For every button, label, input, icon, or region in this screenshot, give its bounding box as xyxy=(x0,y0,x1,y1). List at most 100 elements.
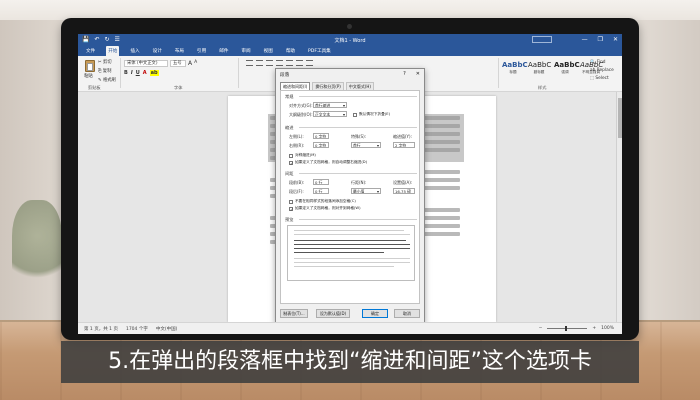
checkbox-box xyxy=(353,112,357,117)
checkbox-box xyxy=(289,199,293,204)
sort-icon[interactable] xyxy=(296,60,303,66)
increase-indent-icon[interactable] xyxy=(286,60,293,66)
zoom-slider[interactable] xyxy=(547,326,588,331)
paste-button[interactable]: 粘贴 xyxy=(84,59,96,79)
preview-line xyxy=(294,234,410,235)
bullets-icon[interactable] xyxy=(246,60,253,66)
set-default-button[interactable]: 设为默认值(D) xyxy=(316,309,350,318)
left-indent-label: 左侧(L): xyxy=(289,134,304,139)
grow-font-icon[interactable]: A xyxy=(188,60,192,67)
style-sample: AaBbC xyxy=(528,61,552,69)
outline-level-label: 大纲级别(O): xyxy=(289,112,313,117)
highlight-icon[interactable]: ab xyxy=(149,70,159,76)
collapsed-checkbox[interactable]: 默认情况下折叠(E) xyxy=(353,112,390,117)
vertical-scrollbar[interactable] xyxy=(616,92,622,322)
checkbox-box xyxy=(289,153,293,158)
show-marks-icon[interactable] xyxy=(306,60,313,66)
shrink-font-icon[interactable]: A xyxy=(194,60,197,67)
outline-level-select[interactable]: 正文文本 xyxy=(313,111,347,117)
line-spacing-select[interactable]: 最小值 xyxy=(351,188,381,194)
checkbox-box: ✓ xyxy=(289,160,294,166)
style-sample: AaBbC xyxy=(554,61,580,69)
cancel-button[interactable]: 取消 xyxy=(394,309,420,318)
tab-home[interactable]: 开始 xyxy=(106,46,120,56)
font-color-icon[interactable]: A xyxy=(143,70,147,76)
language-indicator[interactable]: 中文(中国) xyxy=(156,326,178,332)
spacing-before-input[interactable]: 0 行 xyxy=(313,179,329,185)
status-left: 第 1 页，共 1 页 1704 个字 中文(中国) xyxy=(84,326,177,332)
tab-references[interactable]: 引用 xyxy=(195,46,208,56)
dialog-controls: ? ✕ xyxy=(403,71,420,77)
ok-button[interactable]: 确定 xyxy=(362,309,388,318)
italic-button[interactable]: I xyxy=(131,70,133,76)
indent-by-input[interactable]: 2 字符 xyxy=(393,142,415,148)
clipboard-commands: ✂ 剪切 ⎘ 复制 ✎ 格式刷 xyxy=(98,59,116,83)
tab-layout[interactable]: 布局 xyxy=(173,46,186,56)
style-emphasis[interactable]: AaBbC 强调 xyxy=(554,60,580,80)
minimize-icon[interactable]: — xyxy=(582,36,588,43)
zoom-out-icon[interactable]: − xyxy=(539,326,543,331)
tab-design[interactable]: 设计 xyxy=(151,46,164,56)
group-separator xyxy=(120,58,121,88)
ribbon-display-options-icon[interactable] xyxy=(532,36,552,43)
indent-by-label: 缩进值(Y): xyxy=(393,134,412,139)
zoom-level[interactable]: 100% xyxy=(601,326,614,331)
find-button[interactable]: 🔍 Find xyxy=(590,60,614,65)
close-icon[interactable]: ✕ xyxy=(613,36,618,43)
no-space-same-style-label: 不要在相同样式的段落间添加空格(C) xyxy=(295,199,356,203)
spacing-at-input[interactable]: 16.75 磅 xyxy=(393,188,415,194)
spacing-at-label: 设置值(A): xyxy=(393,180,413,185)
auto-right-indent-checkbox[interactable]: ✓ 如果定义了文档网格，则自动调整右缩进(D) xyxy=(289,160,367,165)
left-indent-input[interactable]: 0 字符 xyxy=(313,133,329,139)
special-indent-select[interactable]: 首行 xyxy=(351,142,381,148)
close-icon[interactable]: ✕ xyxy=(416,71,420,77)
paragraph-dialog: 段落 ? ✕ 缩进和间距(I) 换行和分页(P) 中文版式(H) 常规 对齐方式… xyxy=(275,68,425,323)
format-painter-button[interactable]: ✎ 格式刷 xyxy=(98,77,116,83)
editing-commands: 🔍 Find ab Replace ⬚ Select xyxy=(590,60,614,81)
tab-review[interactable]: 审阅 xyxy=(239,46,252,56)
tabs-button[interactable]: 制表位(T)... xyxy=(280,309,308,318)
select-button[interactable]: ⬚ Select xyxy=(590,76,614,81)
word-count[interactable]: 1704 个字 xyxy=(126,326,148,332)
right-indent-input[interactable]: 0 字符 xyxy=(313,142,329,148)
underline-button[interactable]: U xyxy=(136,70,140,76)
replace-button[interactable]: ab Replace xyxy=(590,68,614,73)
mirror-indents-checkbox[interactable]: 对称缩进(M) xyxy=(289,153,316,158)
tab-pdf-tools[interactable]: PDF工具集 xyxy=(306,46,333,56)
font-size-select[interactable]: 五号 xyxy=(170,60,186,67)
zoom-in-icon[interactable]: + xyxy=(592,326,596,331)
scrollbar-thumb[interactable] xyxy=(618,98,622,138)
preview-section-heading: 预览 xyxy=(285,217,424,222)
tab-view[interactable]: 视图 xyxy=(262,46,275,56)
preview-line xyxy=(294,258,410,259)
indent-section-heading: 缩进 xyxy=(285,125,424,130)
alignment-select[interactable]: 首行缩进 xyxy=(313,102,347,108)
maximize-icon[interactable]: ❐ xyxy=(598,36,603,43)
font-name-select[interactable]: 宋体 (中文正文) xyxy=(124,60,168,67)
multilevel-list-icon[interactable] xyxy=(266,60,273,66)
bold-button[interactable]: B xyxy=(124,70,128,76)
no-space-same-style-checkbox[interactable]: 不要在相同样式的段落间添加空格(C) xyxy=(289,199,356,204)
style-subtitle[interactable]: AaBbC 副标题 xyxy=(528,60,552,80)
tab-file[interactable]: 文件 xyxy=(84,46,97,56)
page-count[interactable]: 第 1 页，共 1 页 xyxy=(84,326,118,332)
font-selectors: 宋体 (中文正文) 五号 A A xyxy=(124,60,197,67)
preview-line xyxy=(294,248,410,249)
decrease-indent-icon[interactable] xyxy=(276,60,283,66)
preview-line xyxy=(294,262,410,263)
style-title[interactable]: AaBbC 标题 xyxy=(502,60,528,80)
indents-spacing-panel: 常规 对齐方式(G): 首行缩进 大纲级别(O): 正文文本 默认情况下折叠(E… xyxy=(280,90,424,304)
styles-group-label: 样式 xyxy=(538,85,547,90)
preview-line xyxy=(294,266,394,267)
tab-help[interactable]: 帮助 xyxy=(284,46,297,56)
snap-to-grid-checkbox[interactable]: ✓ 如果定义了文档网格，则对齐到网格(W) xyxy=(289,206,361,211)
numbering-icon[interactable] xyxy=(256,60,263,66)
tab-insert[interactable]: 插入 xyxy=(128,46,141,56)
help-icon[interactable]: ? xyxy=(403,71,406,77)
tab-mailings[interactable]: 邮件 xyxy=(217,46,230,56)
zoom-slider-knob[interactable] xyxy=(565,326,568,331)
spacing-after-input[interactable]: 0 行 xyxy=(313,188,329,194)
cut-button[interactable]: ✂ 剪切 xyxy=(98,59,116,65)
copy-button[interactable]: ⎘ 复制 xyxy=(98,68,116,74)
group-separator xyxy=(498,58,499,88)
